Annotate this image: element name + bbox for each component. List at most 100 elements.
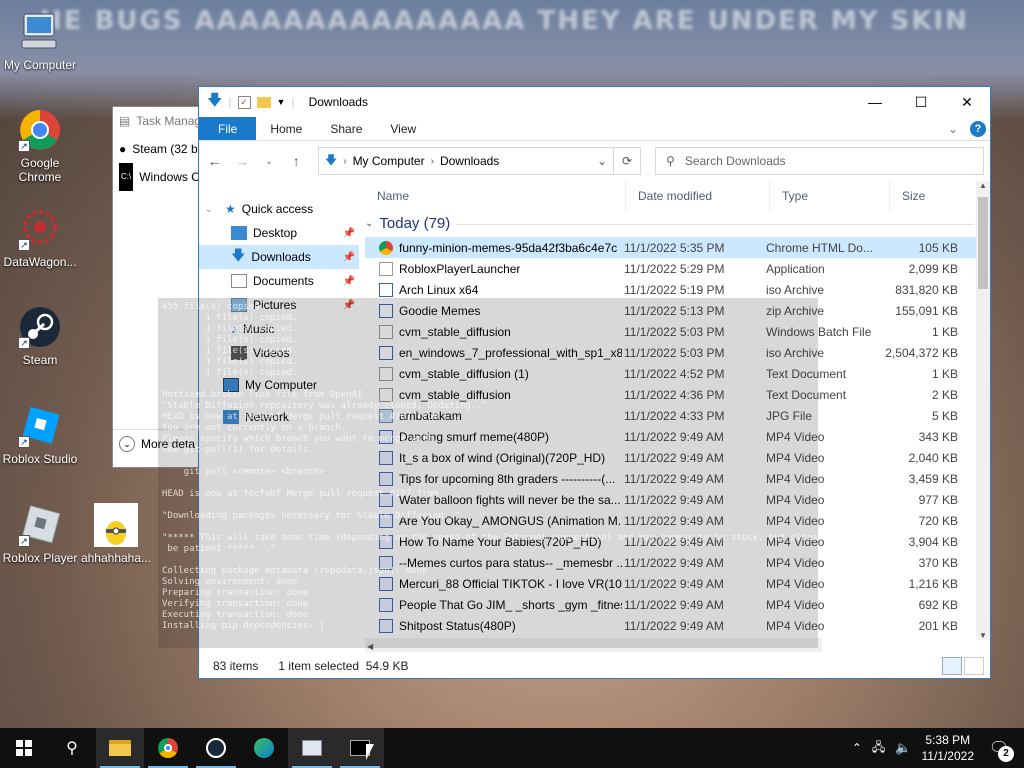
chrome-icon <box>158 738 178 758</box>
show-hidden-icons-icon[interactable]: ⌃ <box>852 741 862 755</box>
horizontal-scrollbar[interactable]: ◀ <box>365 638 822 652</box>
file-date: 11/1/2022 5:29 PM <box>624 261 725 276</box>
network-icon[interactable]: 🖧 <box>872 738 885 759</box>
file-row[interactable]: Mercuri_88 Official TIKTOK - I love VR(1… <box>365 573 980 594</box>
scroll-down-icon[interactable]: ▼ <box>976 631 990 640</box>
file-row[interactable]: Are You Okay_ AMONGUS (Animation M... 11/… <box>365 510 980 531</box>
taskbar-task-manager[interactable] <box>288 728 336 768</box>
file-date: 11/1/2022 5:03 PM <box>624 345 725 360</box>
nav-desktop[interactable]: Desktop 📌 <box>199 221 359 245</box>
back-button[interactable]: ← <box>205 153 224 169</box>
file-row[interactable]: People That Go JIM_ _shorts _gym _fitnes… <box>365 594 980 615</box>
nav-documents[interactable]: Documents 📌 <box>199 269 359 293</box>
file-explorer-window[interactable]: 🡇 | ✓ ▼ | Downloads — ☐ ✕ File Home Shar… <box>198 86 991 679</box>
taskbar-chrome[interactable] <box>144 728 192 768</box>
file-row[interactable]: Tips for upcoming 8th graders ----------… <box>365 468 980 489</box>
file-row[interactable]: en_windows_7_professional_with_sp1_x8...… <box>365 342 980 363</box>
taskbar-cmd[interactable] <box>336 728 384 768</box>
search-button[interactable]: ⚲ <box>48 728 96 768</box>
tab-view[interactable]: View <box>376 117 430 140</box>
nav-quick-access[interactable]: ⌄ ★ Quick access <box>199 197 359 221</box>
tab-share[interactable]: Share <box>316 117 376 140</box>
file-row[interactable]: cvm_stable_diffusion (1) 11/1/2022 4:52 P… <box>365 363 980 384</box>
scroll-up-icon[interactable]: ▲ <box>976 181 990 190</box>
file-date: 11/1/2022 5:03 PM <box>624 324 725 339</box>
chevron-down-icon[interactable]: ⌄ <box>205 204 219 215</box>
address-dropdown-icon[interactable]: ⌄ <box>591 154 613 168</box>
help-icon[interactable]: ? <box>970 120 986 137</box>
refresh-button[interactable]: ⟳ <box>614 147 642 175</box>
file-size: 105 KB <box>918 240 958 255</box>
column-size[interactable]: Size <box>890 181 980 211</box>
file-row[interactable]: ambatakam 11/1/2022 4:33 PM JPG File 5 KB <box>365 405 980 426</box>
search-input[interactable]: ⚲ Search Downloads <box>655 147 985 175</box>
new-folder-icon[interactable] <box>256 96 271 108</box>
breadcrumb-downloads[interactable]: Downloads <box>440 154 499 168</box>
file-row[interactable]: It_s a box of wind (Original)(720P_HD) 11… <box>365 447 980 468</box>
file-row[interactable]: Goodie Memes 11/1/2022 5:13 PM zip Archive… <box>365 300 980 321</box>
file-row[interactable]: --Memes curtos para status-- _memesbr ..… <box>365 552 980 573</box>
column-date-modified[interactable]: Date modified <box>626 181 770 211</box>
file-row[interactable]: Water balloon fights will never be the s… <box>365 489 980 510</box>
action-center-button[interactable]: 🗨 2 <box>984 738 1014 762</box>
maximize-button[interactable]: ☐ <box>898 87 944 117</box>
file-row[interactable]: funny-minion-memes-95da42f3ba6c4e7c 11/1/… <box>365 237 980 258</box>
chrome-file-icon <box>379 240 393 255</box>
details-view-icon[interactable] <box>942 657 962 675</box>
file-row[interactable]: cvm_stable_diffusion 11/1/2022 4:36 PM Tex… <box>365 384 980 405</box>
expand-ribbon-icon[interactable]: ⌄ <box>948 122 958 136</box>
desktop-icon-datawagon[interactable]: ↗ DataWagon... <box>0 207 80 269</box>
nav-music[interactable]: ♪ Music <box>199 317 359 341</box>
scrollbar-thumb[interactable] <box>978 197 988 289</box>
forward-button[interactable]: → <box>232 153 251 169</box>
tab-file[interactable]: File <box>199 117 257 140</box>
file-name: Water balloon fights will never be the s… <box>399 492 621 507</box>
volume-icon[interactable]: 🔈 <box>895 740 911 756</box>
window-titlebar[interactable]: 🡇 | ✓ ▼ | Downloads — ☐ ✕ <box>199 87 990 117</box>
desktop-icon-steam[interactable]: ↗ Steam <box>0 305 80 367</box>
file-row[interactable]: How To Name Your Babies(720P_HD) 11/1/202… <box>365 531 980 552</box>
file-row[interactable]: Arch Linux x64 11/1/2022 5:19 PM iso Archi… <box>365 279 980 300</box>
download-folder-icon: 🡇 <box>231 247 246 263</box>
desktop-icon-my-computer[interactable]: My Computer <box>0 10 80 72</box>
desktop-icon-google-chrome[interactable]: ↗ Google Chrome <box>0 108 80 184</box>
minimize-button[interactable]: — <box>852 87 898 117</box>
nav-my-computer[interactable]: My Computer <box>199 373 359 397</box>
recent-locations-button[interactable]: ⌄ <box>259 156 278 167</box>
desktop-icon-roblox-studio[interactable]: ↗ Roblox Studio <box>0 404 80 466</box>
scroll-left-icon[interactable]: ◀ <box>365 642 373 651</box>
file-row[interactable]: RobloxPlayerLauncher 11/1/2022 5:29 PM App… <box>365 258 980 279</box>
nav-network[interactable]: Network <box>199 405 359 429</box>
datawagon-icon: ↗ <box>18 207 62 251</box>
clock[interactable]: 5:38 PM 11/1/2022 <box>922 732 975 764</box>
vertical-scrollbar[interactable]: ▲ ▼ <box>976 181 990 640</box>
properties-icon[interactable]: ✓ <box>237 95 251 109</box>
up-button[interactable]: ↑ <box>287 153 306 169</box>
file-date: 11/1/2022 9:49 AM <box>624 492 724 507</box>
nav-label: Network <box>245 410 290 424</box>
search-placeholder: Search Downloads <box>684 154 786 168</box>
nav-downloads[interactable]: 🡇 Downloads 📌 <box>199 245 359 269</box>
column-type[interactable]: Type <box>770 181 890 211</box>
taskbar-file-explorer[interactable] <box>96 728 144 768</box>
address-bar[interactable]: 🡇 › My Computer › Downloads ⌄ <box>317 147 615 175</box>
file-row[interactable]: Shitpost Status(480P) 11/1/2022 9:49 AM MP… <box>365 615 980 636</box>
breadcrumb-my-computer[interactable]: My Computer <box>353 154 425 168</box>
ribbon: File Home Share View ⌄ ? <box>199 117 990 141</box>
close-button[interactable]: ✕ <box>944 87 990 117</box>
tab-home[interactable]: Home <box>256 117 316 140</box>
desktop-icon-roblox-player[interactable]: ↗ Roblox Player <box>0 503 80 565</box>
taskbar-steam[interactable] <box>192 728 240 768</box>
file-row[interactable]: cvm_stable_diffusion 11/1/2022 5:03 PM Win… <box>365 321 980 342</box>
start-button[interactable] <box>0 728 48 768</box>
group-header-today[interactable]: ⌄ Today (79) <box>365 211 980 237</box>
qa-dropdown-icon[interactable]: ▼ <box>277 97 286 107</box>
column-name[interactable]: Name <box>365 181 626 211</box>
taskbar-edge[interactable] <box>240 728 288 768</box>
desktop-icon-image-file[interactable]: ahhahhaha... <box>76 503 156 565</box>
file-date: 11/1/2022 5:19 PM <box>624 282 725 297</box>
large-icons-view-icon[interactable] <box>964 657 984 675</box>
file-row[interactable]: Dancing smurf meme(480P) 11/1/2022 9:49 A… <box>365 426 980 447</box>
nav-videos[interactable]: Videos <box>199 341 359 365</box>
nav-pictures[interactable]: Pictures 📌 <box>199 293 359 317</box>
